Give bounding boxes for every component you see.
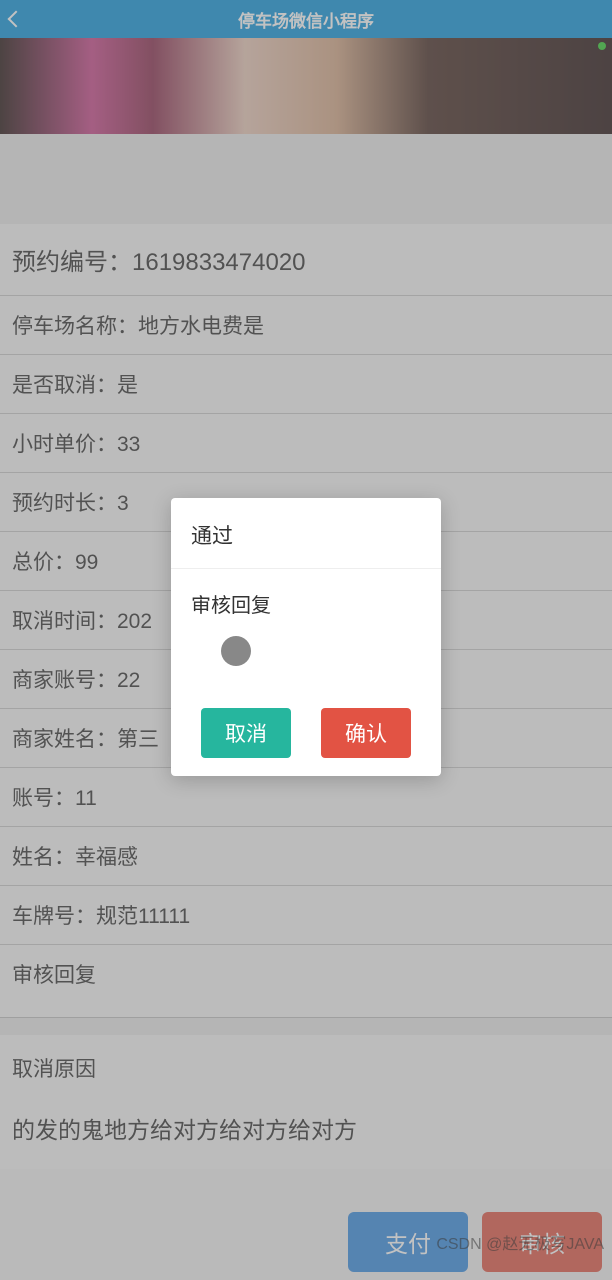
watermark: CSDN @赵无极写JAVA bbox=[436, 1230, 604, 1254]
audit-modal: 通过 审核回复 取消 确认 bbox=[171, 498, 441, 776]
loading-icon bbox=[221, 636, 251, 666]
modal-cancel-button[interactable]: 取消 bbox=[201, 708, 291, 758]
modal-field-label: 审核回复 bbox=[191, 589, 421, 618]
modal-confirm-button[interactable]: 确认 bbox=[321, 708, 411, 758]
modal-body: 审核回复 bbox=[171, 569, 441, 696]
modal-title: 通过 bbox=[171, 498, 441, 569]
modal-actions: 取消 确认 bbox=[171, 696, 441, 776]
